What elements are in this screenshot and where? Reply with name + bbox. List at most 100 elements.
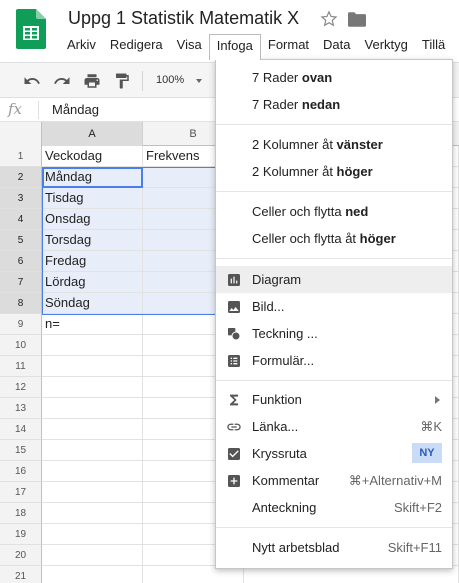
row-header[interactable]: 6 xyxy=(0,251,42,272)
cell-a[interactable]: n= xyxy=(42,314,143,335)
insert-function[interactable]: Funktion xyxy=(216,386,452,413)
row-header[interactable]: 19 xyxy=(0,524,42,545)
cell-a[interactable]: Lördag xyxy=(42,272,143,293)
zoom-caret-icon[interactable] xyxy=(196,79,202,83)
cell-a[interactable]: Måndag xyxy=(42,167,143,188)
insert-form-label: Formulär... xyxy=(252,353,315,368)
insert-rows-below-label: 7 Rader nedan xyxy=(252,97,341,112)
form-icon xyxy=(228,355,240,367)
insert-columns-right-label: 2 Kolumner åt höger xyxy=(252,164,373,179)
checkbox-icon xyxy=(228,448,240,460)
formula-input[interactable]: Måndag xyxy=(52,102,99,117)
new-badge: NY xyxy=(412,443,442,463)
cell-a[interactable] xyxy=(42,482,143,503)
row-header[interactable]: 16 xyxy=(0,461,42,482)
row-header[interactable]: 18 xyxy=(0,503,42,524)
cell-a[interactable] xyxy=(42,356,143,377)
row-header[interactable]: 9 xyxy=(0,314,42,335)
app-header: Uppg 1 Statistik Matematik X Arkiv Redig… xyxy=(0,0,459,62)
cell-a[interactable] xyxy=(42,419,143,440)
insert-new-sheet[interactable]: Nytt arbetsblad Skift+F11 xyxy=(216,534,452,561)
cell-a[interactable] xyxy=(42,377,143,398)
folder-icon[interactable] xyxy=(348,12,366,27)
menu-bar: Arkiv Redigera Visa Infoga Format Data V… xyxy=(60,34,452,60)
insert-link-label: Länka... xyxy=(252,419,299,434)
paint-format-button[interactable] xyxy=(112,71,132,91)
row-header[interactable]: 20 xyxy=(0,545,42,566)
insert-cells-shift-down[interactable]: Celler och flytta ned xyxy=(216,198,452,225)
select-all-corner[interactable] xyxy=(0,122,42,146)
print-button[interactable] xyxy=(82,71,102,91)
cell-a[interactable] xyxy=(42,524,143,545)
redo-button[interactable] xyxy=(52,71,72,91)
insert-form[interactable]: Formulär... xyxy=(216,347,452,374)
row-header[interactable]: 15 xyxy=(0,440,42,461)
menu-format[interactable]: Format xyxy=(261,34,316,56)
row-header[interactable]: 12 xyxy=(0,377,42,398)
insert-image[interactable]: Bild... xyxy=(216,293,452,320)
menu-data[interactable]: Data xyxy=(316,34,357,56)
cell-a[interactable]: Söndag xyxy=(42,293,143,314)
row-header[interactable]: 7 xyxy=(0,272,42,293)
row-header[interactable]: 17 xyxy=(0,482,42,503)
cell-a[interactable]: Fredag xyxy=(42,251,143,272)
menu-redigera[interactable]: Redigera xyxy=(103,34,170,56)
insert-function-label: Funktion xyxy=(252,392,302,407)
cell-a[interactable] xyxy=(42,503,143,524)
row-header[interactable]: 21 xyxy=(0,566,42,583)
row-header[interactable]: 13 xyxy=(0,398,42,419)
zoom-select[interactable]: 100% xyxy=(156,74,184,86)
insert-note[interactable]: Anteckning Skift+F2 xyxy=(216,494,452,521)
menu-visa[interactable]: Visa xyxy=(170,34,209,56)
cell-a[interactable]: Torsdag xyxy=(42,230,143,251)
comment-add-icon xyxy=(228,475,240,487)
insert-columns-right[interactable]: 2 Kolumner åt höger xyxy=(216,158,452,185)
cell-a[interactable]: Onsdag xyxy=(42,209,143,230)
row-header[interactable]: 8 xyxy=(0,293,42,314)
insert-comment[interactable]: Kommentar ⌘+Alternativ+M xyxy=(216,467,452,494)
menu-separator xyxy=(216,527,452,528)
cell-a[interactable]: Tisdag xyxy=(42,188,143,209)
cell-a[interactable] xyxy=(42,461,143,482)
row-header[interactable]: 14 xyxy=(0,419,42,440)
insert-columns-left[interactable]: 2 Kolumner åt vänster xyxy=(216,131,452,158)
cell-a[interactable]: Veckodag xyxy=(42,146,143,167)
row-header[interactable]: 5 xyxy=(0,230,42,251)
insert-new-sheet-shortcut: Skift+F11 xyxy=(387,540,442,555)
menu-verktyg[interactable]: Verktyg xyxy=(358,34,415,56)
row-header[interactable]: 3 xyxy=(0,188,42,209)
insert-checkbox-label: Kryssruta xyxy=(252,446,307,461)
cell-a[interactable] xyxy=(42,566,143,583)
cell-a[interactable] xyxy=(42,440,143,461)
insert-cells-shift-right[interactable]: Celler och flytta åt höger xyxy=(216,225,452,252)
document-title[interactable]: Uppg 1 Statistik Matematik X xyxy=(68,8,299,29)
insert-comment-shortcut: ⌘+Alternativ+M xyxy=(348,473,442,488)
insert-comment-label: Kommentar xyxy=(252,473,320,488)
undo-button[interactable] xyxy=(22,71,42,91)
row-header[interactable]: 4 xyxy=(0,209,42,230)
star-icon[interactable] xyxy=(320,10,338,28)
insert-drawing[interactable]: Teckning ... xyxy=(216,320,452,347)
row-header[interactable]: 11 xyxy=(0,356,42,377)
menu-arkiv[interactable]: Arkiv xyxy=(60,34,103,56)
menu-separator xyxy=(216,191,452,192)
menu-infoga[interactable]: Infoga xyxy=(208,34,261,60)
cell-a[interactable] xyxy=(42,545,143,566)
row-header[interactable]: 2 xyxy=(0,167,42,188)
fx-icon: fx xyxy=(8,100,23,118)
insert-rows-below[interactable]: 7 Rader nedan xyxy=(216,91,452,118)
menu-separator xyxy=(216,380,452,381)
insert-rows-above[interactable]: 7 Rader ovan xyxy=(216,64,452,91)
insert-link[interactable]: Länka... ⌘K xyxy=(216,413,452,440)
link-icon xyxy=(227,423,241,431)
cell-a[interactable] xyxy=(42,335,143,356)
column-header-a[interactable]: A xyxy=(42,122,143,146)
sheets-logo-icon[interactable] xyxy=(16,9,46,49)
insert-chart[interactable]: Diagram xyxy=(216,266,452,293)
insert-rows-above-label: 7 Rader ovan xyxy=(252,70,333,85)
cell-a[interactable] xyxy=(42,398,143,419)
menu-tillagg[interactable]: Tillä xyxy=(415,34,452,56)
row-header[interactable]: 1 xyxy=(0,146,42,167)
row-header[interactable]: 10 xyxy=(0,335,42,356)
insert-checkbox[interactable]: Kryssruta NY xyxy=(216,440,452,467)
